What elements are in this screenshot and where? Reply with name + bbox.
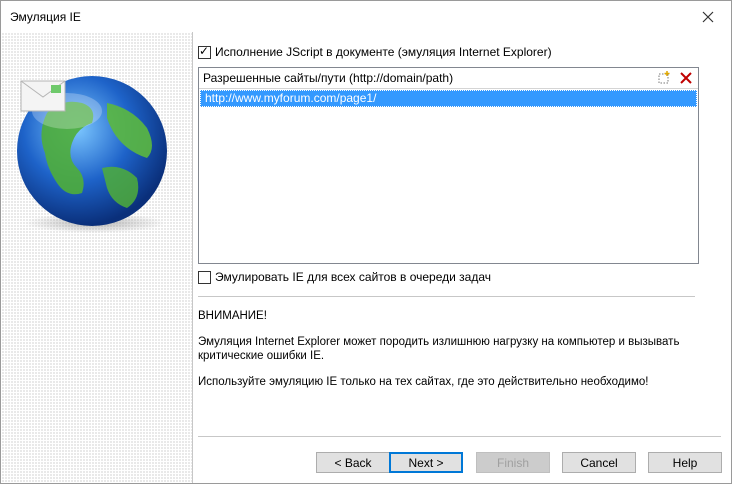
finish-button[interactable]: Finish — [476, 452, 550, 473]
emulate-all-option[interactable]: Эмулировать IE для всех сайтов в очереди… — [198, 270, 491, 284]
emulate-all-label: Эмулировать IE для всех сайтов в очереди… — [215, 270, 492, 284]
cancel-button[interactable]: Cancel — [562, 452, 636, 473]
title-bar: Эмуляция IE — [1, 1, 731, 32]
list-item[interactable]: http://www.myforum.com/page1/ — [200, 90, 697, 107]
close-icon — [702, 11, 714, 22]
next-button[interactable]: Next > — [389, 452, 463, 473]
add-item-icon[interactable] — [656, 70, 672, 86]
jscript-checkbox[interactable] — [198, 44, 211, 59]
footer-divider — [198, 436, 721, 437]
list-header-label: Разрешенные сайты/пути (http://domain/pa… — [203, 71, 454, 85]
globe-icon — [17, 76, 167, 233]
warning-title: ВНИМАНИЕ! — [198, 310, 267, 322]
back-button[interactable]: < Back — [316, 452, 390, 473]
divider — [198, 296, 695, 297]
warning-line-2: критические ошибки IE. — [198, 350, 325, 362]
jscript-option[interactable]: Исполнение JScript в документе (эмуляция… — [198, 44, 552, 59]
warning-line-1: Эмуляция Internet Explorer может породит… — [198, 336, 680, 348]
allowed-sites-list[interactable]: Разрешенные сайты/пути (http://domain/pa… — [198, 67, 699, 264]
list-header: Разрешенные сайты/пути (http://domain/pa… — [199, 68, 698, 89]
emulate-all-checkbox[interactable] — [198, 270, 211, 284]
dialog-window: Эмуляция IE ✓ Исполнение JScript в докум… — [0, 0, 732, 484]
warning-line-3: Используйте эмуляцию IE только на тех са… — [198, 376, 649, 388]
close-button[interactable] — [685, 1, 731, 32]
main-content: Исполнение JScript в документе (эмуляция… — [198, 32, 726, 483]
help-button[interactable]: Help — [648, 452, 722, 473]
window-title: Эмуляция IE — [10, 10, 81, 24]
delete-item-icon[interactable] — [678, 70, 694, 86]
jscript-label: Исполнение JScript в документе (эмуляция… — [215, 45, 552, 59]
side-panel — [1, 32, 193, 483]
